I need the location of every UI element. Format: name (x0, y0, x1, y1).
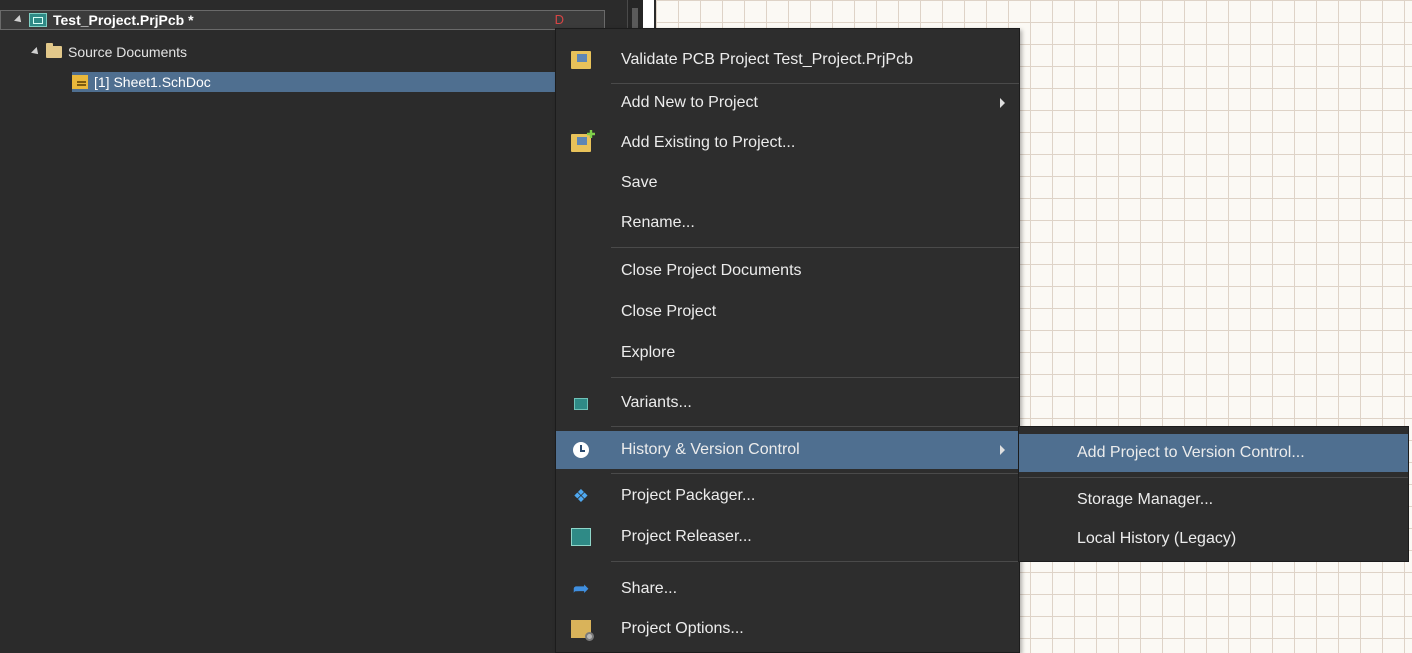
tree-item-source-documents[interactable]: Source Documents (0, 42, 187, 62)
menu-item-label: History & Version Control (621, 441, 800, 458)
menu-item-close-documents[interactable]: Close Project Documents (556, 252, 1019, 290)
submenu-item-storage-manager[interactable]: Storage Manager... (1019, 481, 1408, 519)
clock-icon (573, 442, 589, 458)
menu-item-share[interactable]: ➦ Share... (556, 570, 1019, 608)
tree-item-sheet1[interactable]: [1] Sheet1.SchDoc (72, 72, 620, 92)
menu-separator (1019, 477, 1408, 478)
folder-label: Source Documents (68, 44, 188, 60)
menu-item-add-existing[interactable]: Add Existing to Project... (556, 124, 1019, 162)
menu-separator (611, 377, 1019, 378)
folder-icon (46, 43, 62, 58)
menu-item-label: Add Existing to Project... (621, 134, 796, 151)
menu-item-label: Rename... (621, 214, 695, 231)
context-menu: Validate PCB Project Test_Project.PrjPcb… (555, 28, 1020, 653)
menu-item-label: Add New to Project (621, 94, 758, 111)
submenu-item-local-history[interactable]: Local History (Legacy) (1019, 520, 1408, 558)
validate-icon (571, 51, 591, 69)
schematic-document-icon (72, 75, 88, 89)
menu-separator (611, 561, 1019, 562)
submenu-item-add-to-version-control[interactable]: Add Project to Version Control... (1019, 434, 1408, 472)
menu-item-close-project[interactable]: Close Project (556, 293, 1019, 331)
variants-icon (574, 398, 588, 410)
project-name: Test_Project.PrjPcb * (53, 12, 194, 28)
menu-separator (611, 473, 1019, 474)
tree-item-project[interactable]: Test_Project.PrjPcb * D (0, 10, 605, 30)
menu-item-label: Save (621, 174, 658, 191)
menu-item-history-version-control[interactable]: History & Version Control (556, 431, 1019, 469)
submenu-arrow-icon (1000, 98, 1005, 108)
expand-arrow-icon[interactable] (31, 47, 41, 57)
projects-panel: Test_Project.PrjPcb * D Source Documents… (0, 0, 627, 653)
menu-separator (611, 247, 1019, 248)
add-existing-icon (571, 134, 591, 152)
submenu-item-label: Storage Manager... (1077, 491, 1214, 508)
dropbox-icon: ❖ (572, 486, 590, 506)
project-options-icon (571, 620, 594, 641)
version-control-submenu: Add Project to Version Control... Storag… (1018, 426, 1409, 562)
releaser-icon (571, 528, 591, 546)
menu-item-label: Project Options... (621, 620, 744, 637)
menu-item-project-options[interactable]: Project Options... (556, 610, 1019, 648)
share-icon: ➦ (572, 578, 590, 600)
menu-item-label: Close Project Documents (621, 262, 802, 279)
menu-item-label: Variants... (621, 394, 692, 411)
menu-item-explore[interactable]: Explore (556, 334, 1019, 372)
submenu-arrow-icon (1000, 445, 1005, 455)
menu-item-variants[interactable]: Variants... (556, 384, 1019, 422)
menu-item-label: Share... (621, 580, 678, 597)
menu-item-save[interactable]: Save (556, 164, 1019, 202)
pcb-project-icon (29, 13, 47, 27)
menu-item-label: Project Packager... (621, 487, 756, 504)
menu-item-label: Project Releaser... (621, 528, 752, 545)
menu-item-validate[interactable]: Validate PCB Project Test_Project.PrjPcb (556, 41, 1019, 79)
menu-item-label: Close Project (621, 303, 717, 320)
menu-item-label: Validate PCB Project Test_Project.PrjPcb (621, 51, 913, 68)
menu-item-project-releaser[interactable]: Project Releaser... (556, 518, 1019, 556)
submenu-item-label: Add Project to Version Control... (1077, 444, 1305, 461)
expand-arrow-icon[interactable] (14, 15, 24, 25)
submenu-item-label: Local History (Legacy) (1077, 530, 1237, 547)
document-label: [1] Sheet1.SchDoc (94, 74, 211, 90)
modified-marker: D (554, 12, 564, 27)
menu-item-rename[interactable]: Rename... (556, 204, 1019, 242)
menu-item-project-packager[interactable]: ❖ Project Packager... (556, 477, 1019, 515)
menu-separator (611, 426, 1019, 427)
menu-item-label: Explore (621, 344, 676, 361)
menu-item-add-new[interactable]: Add New to Project (556, 84, 1019, 122)
